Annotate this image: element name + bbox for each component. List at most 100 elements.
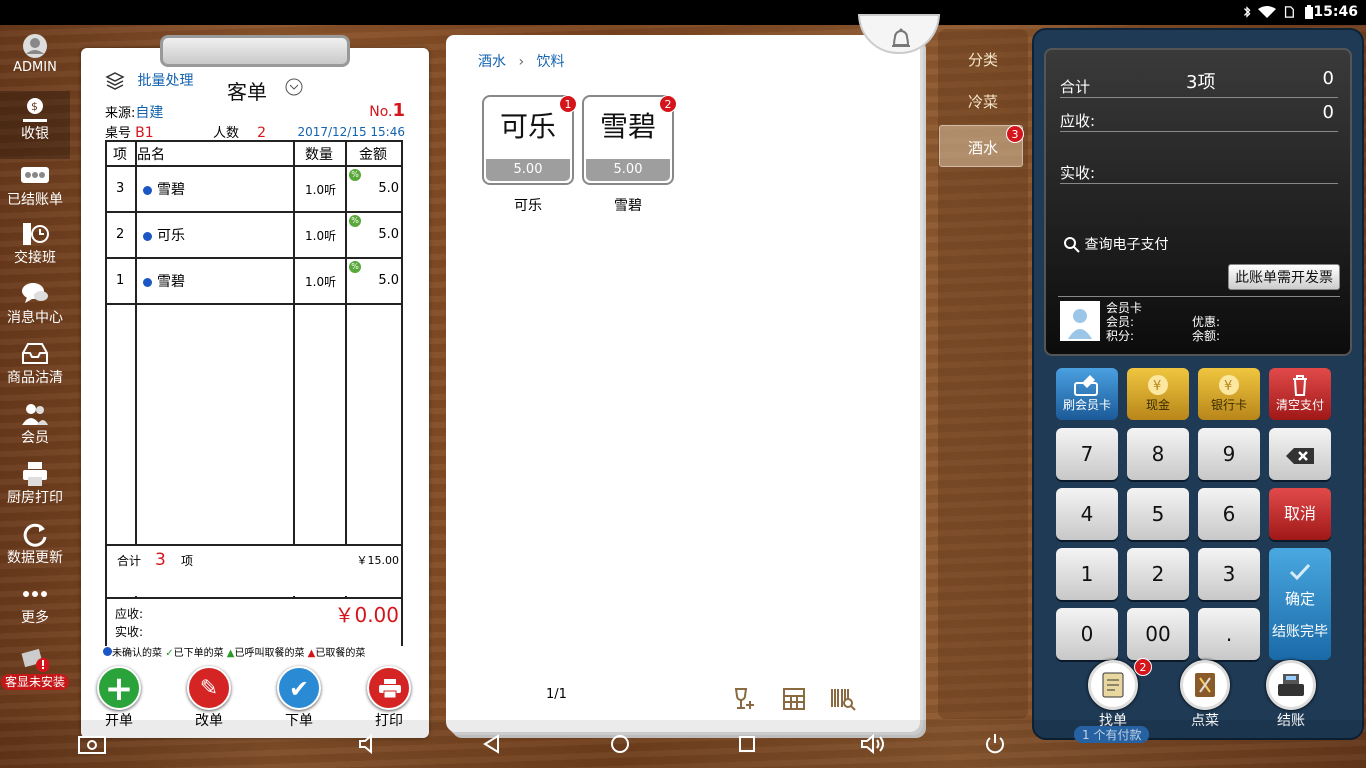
printer-icon xyxy=(23,462,47,486)
row-name: 雪碧 xyxy=(157,274,185,290)
bank-card-button[interactable]: ¥ 银行卡 xyxy=(1198,368,1260,420)
invoice-label: 此账单需开发票 xyxy=(1235,270,1333,286)
key-9[interactable]: 9 xyxy=(1198,428,1260,480)
table-row[interactable]: 2 可乐 1.0听 % 5.0 xyxy=(107,213,401,257)
pos-received-label: 实收: xyxy=(1060,164,1096,182)
barcode-search-icon[interactable] xyxy=(830,687,856,711)
sidebar-label: 更多 xyxy=(21,610,49,626)
legend-ordered: 已下单的菜 xyxy=(173,648,224,659)
breadcrumb-subcategory[interactable]: 饮料 xyxy=(537,54,565,70)
recents-icon[interactable] xyxy=(738,735,756,753)
func-label: 银行卡 xyxy=(1210,398,1247,412)
back-icon[interactable] xyxy=(482,734,502,754)
sidebar-item-members[interactable]: 会员 xyxy=(0,401,70,447)
col-header-name: 品名 xyxy=(137,147,165,163)
key-4[interactable]: 4 xyxy=(1056,488,1118,540)
batch-process-button[interactable]: 批量处理 xyxy=(105,70,193,91)
legend-called: 已呼叫取餐的菜 xyxy=(234,648,305,659)
total-label: 合计 xyxy=(117,554,142,568)
admin-account[interactable]: ADMIN xyxy=(0,33,70,75)
status-bar: 15:46 xyxy=(0,0,1366,25)
balance-label: 余额: xyxy=(1192,329,1221,343)
sidebar-label: 交接班 xyxy=(14,250,56,266)
key-3[interactable]: 3 xyxy=(1198,548,1260,600)
backspace-button[interactable] xyxy=(1269,428,1331,480)
row-qty: 1.0听 xyxy=(305,275,337,289)
dish-card[interactable]: 雪碧 5.00 2 雪碧 xyxy=(582,95,677,225)
discount-icon: % xyxy=(349,261,361,273)
pos-total-value: 0 xyxy=(1322,68,1334,89)
sidebar-item-settled-bills[interactable]: 已结账单 xyxy=(0,163,70,209)
query-label: 查询电子支付 xyxy=(1084,237,1169,253)
func-label: 刷会员卡 xyxy=(1062,398,1111,412)
screenshot-icon[interactable] xyxy=(78,734,106,754)
add-wine-icon[interactable] xyxy=(732,687,756,711)
confirm-checkout-button[interactable]: 确定 结账完毕 xyxy=(1269,548,1331,660)
pos-total-count: 3项 xyxy=(1186,72,1216,93)
receivable-line: 应收: 0 xyxy=(1060,102,1338,132)
sidebar-item-kitchen-print[interactable]: 厨房打印 xyxy=(0,461,70,507)
wifi-icon xyxy=(1258,6,1276,18)
left-sidebar: ADMIN $ 收银 已结账单 交接班 消息中心 商品沽清 会员 厨房打印 数据… xyxy=(0,25,70,715)
home-icon[interactable] xyxy=(610,734,630,754)
source-value: 自建 xyxy=(135,105,164,121)
query-e-payment[interactable]: 查询电子支付 xyxy=(1064,234,1168,254)
key-6[interactable]: 6 xyxy=(1198,488,1260,540)
key-0[interactable]: 0 xyxy=(1056,608,1118,660)
breadcrumb-category[interactable]: 酒水 xyxy=(478,54,506,70)
volume-up-icon[interactable] xyxy=(860,734,886,754)
unconfirmed-legend-icon xyxy=(103,647,112,656)
sidebar-item-messages[interactable]: 消息中心 xyxy=(0,281,70,327)
cash-button[interactable]: ¥ 现金 xyxy=(1127,368,1189,420)
clipboard-clip xyxy=(160,35,350,67)
key-1[interactable]: 1 xyxy=(1056,548,1118,600)
total-line: 合计 3项 0 xyxy=(1060,68,1338,98)
customer-display-warning[interactable]: 客显未安装 xyxy=(0,647,70,690)
category-all[interactable]: 分类 xyxy=(938,49,1028,70)
sidebar-item-more[interactable]: 更多 xyxy=(0,581,70,627)
swipe-member-card-button[interactable]: 刷会员卡 xyxy=(1056,368,1118,420)
order-no-value: 1 xyxy=(392,100,405,121)
dish-card[interactable]: 可乐 5.00 1 可乐 xyxy=(482,95,577,225)
more-dots-icon xyxy=(23,591,47,597)
payment-display: 合计 3项 0 应收: 0 实收: 查询电子支付 此账单需开发票 会员卡 会员:… xyxy=(1044,48,1352,356)
chevron-right-icon: › xyxy=(518,54,525,70)
people-label: 人数 xyxy=(213,126,240,141)
grid-menu-icon[interactable] xyxy=(782,687,806,711)
menu-book-icon xyxy=(1180,660,1230,710)
breadcrumb: 酒水 › 饮料 xyxy=(478,51,565,71)
key-7[interactable]: 7 xyxy=(1056,428,1118,480)
people-info: 人数 2 xyxy=(213,122,266,141)
key-8[interactable]: 8 xyxy=(1127,428,1189,480)
key-dot[interactable]: . xyxy=(1198,608,1260,660)
sidebar-item-shift[interactable]: 交接班 xyxy=(0,221,70,267)
key-5[interactable]: 5 xyxy=(1127,488,1189,540)
volume-down-icon[interactable] xyxy=(358,734,380,754)
category-cold-dishes[interactable]: 冷菜 xyxy=(938,91,1028,112)
sidebar-item-sold-out[interactable]: 商品沽清 xyxy=(0,341,70,387)
category-drinks[interactable]: 酒水 3 xyxy=(939,125,1024,167)
cancel-button[interactable]: 取消 xyxy=(1269,488,1331,540)
admin-label: ADMIN xyxy=(13,60,57,75)
sidebar-item-data-update[interactable]: 数据更新 xyxy=(0,521,70,567)
row-amount: 5.0 xyxy=(378,181,399,196)
confirm-label: 确定 xyxy=(1284,590,1315,608)
received-line[interactable]: 实收: xyxy=(1060,160,1338,184)
total-count: 3 xyxy=(155,550,166,570)
chevron-down-icon[interactable] xyxy=(285,78,303,96)
order-no-label: No. xyxy=(369,104,393,120)
sidebar-label: 厨房打印 xyxy=(7,490,63,506)
member-info: 会员卡 会员: 积分: 优惠: 余额: xyxy=(1058,296,1340,343)
func-label: 现金 xyxy=(1145,398,1170,412)
power-icon[interactable] xyxy=(984,733,1006,755)
clear-payment-button[interactable]: 清空支付 xyxy=(1269,368,1331,420)
sidebar-item-cashier[interactable]: $ 收银 xyxy=(0,91,70,159)
table-row[interactable]: 1 雪碧 1.0听 % 5.0 xyxy=(107,259,401,303)
discount-icon: % xyxy=(349,215,361,227)
key-00[interactable]: 00 xyxy=(1127,608,1189,660)
confirm-sub-label: 结账完毕 xyxy=(1272,624,1328,640)
table-row[interactable]: 3 雪碧 1.0听 % 5.0 xyxy=(107,167,401,211)
invoice-button[interactable]: 此账单需开发票 xyxy=(1228,264,1340,290)
key-2[interactable]: 2 xyxy=(1127,548,1189,600)
inbox-icon xyxy=(22,343,48,364)
